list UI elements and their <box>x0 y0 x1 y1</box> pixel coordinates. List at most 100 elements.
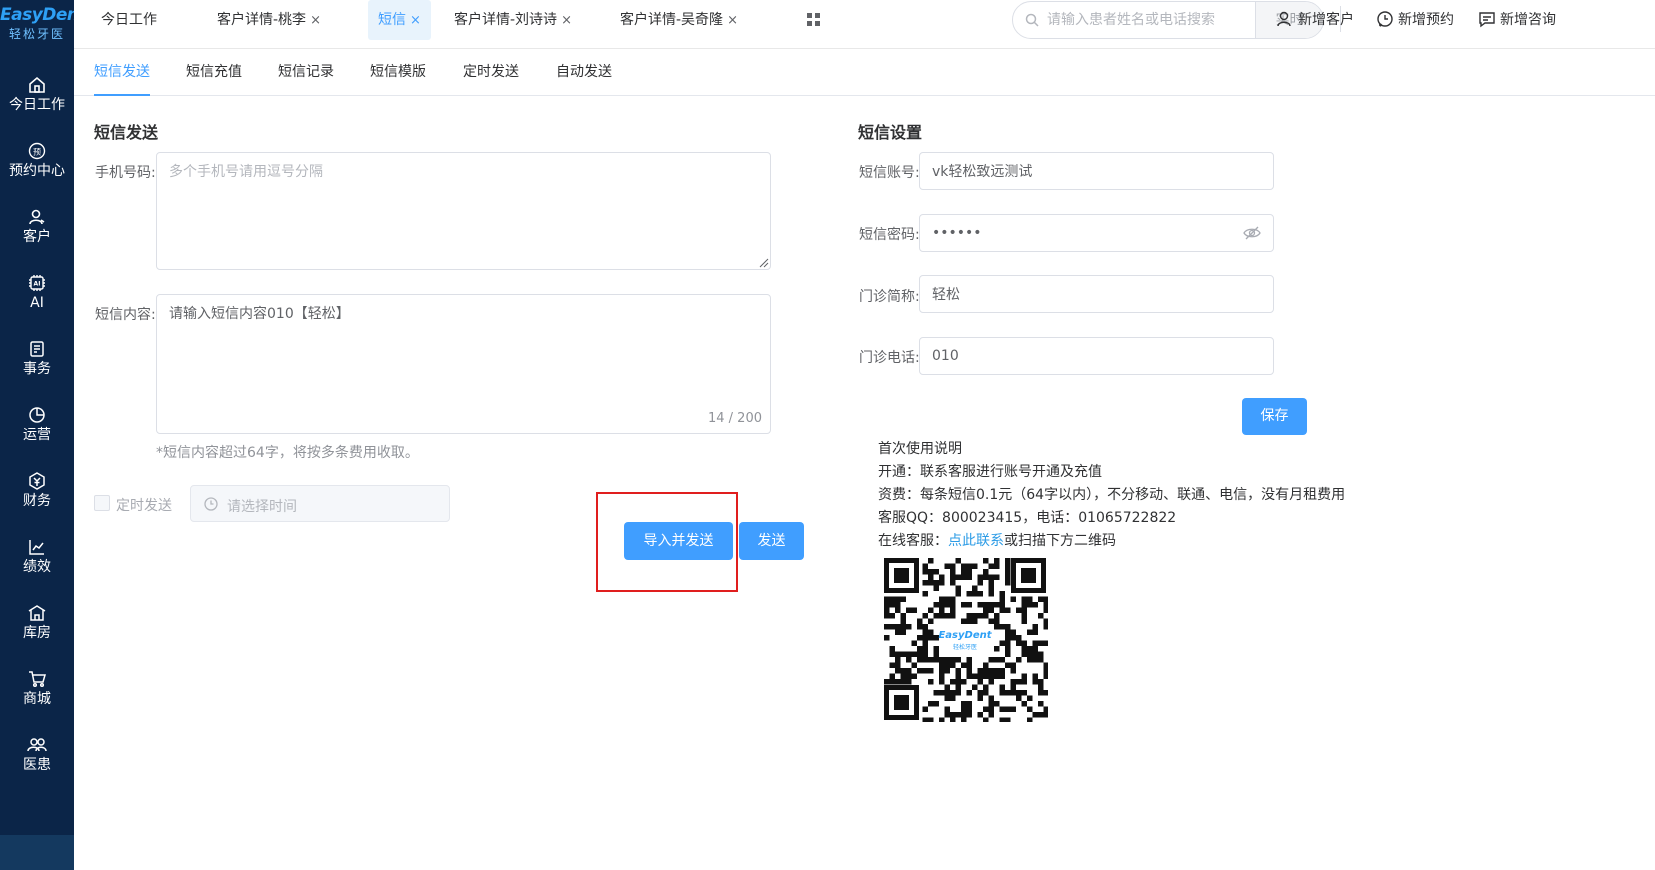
qr-module <box>895 624 901 630</box>
sidebar-item-appointment[interactable]: 预 预约中心 <box>0 132 74 198</box>
add-clock-icon <box>1377 11 1393 27</box>
qr-module <box>961 712 967 718</box>
qr-module <box>889 651 895 657</box>
qr-module <box>994 668 1000 674</box>
schedule-checkbox-label[interactable]: 定时发送 <box>116 495 172 515</box>
tab-customer-taoli[interactable]: 客户详情-桃李 × <box>217 0 321 40</box>
send-button[interactable]: 发送 <box>739 522 804 560</box>
subtab-auto[interactable]: 自动发送 <box>556 61 612 96</box>
subtab-scheduled[interactable]: 定时发送 <box>463 61 519 96</box>
phone-label: 手机号码: <box>95 165 156 181</box>
save-button[interactable]: 保存 <box>1242 398 1307 435</box>
tab-customer-liushishi[interactable]: 客户详情-刘诗诗 × <box>454 0 572 40</box>
tab-label: 今日工作 <box>101 12 157 28</box>
sms-password-field[interactable] <box>919 214 1274 252</box>
sidebar-item-mall[interactable]: 商城 <box>0 660 74 726</box>
instructions-online: 在线客服：点此联系或扫描下方二维码 <box>878 530 1116 550</box>
sidebar-item-operations[interactable]: 运营 <box>0 396 74 462</box>
highlight-box <box>596 492 738 592</box>
close-icon[interactable]: × <box>310 13 321 28</box>
qr-module <box>966 563 972 569</box>
qr-module <box>922 706 928 712</box>
qr-module <box>994 558 1000 564</box>
qr-module <box>1010 706 1016 712</box>
qr-module <box>928 657 934 663</box>
qr-module <box>944 662 950 668</box>
subtab-templates[interactable]: 短信模版 <box>370 61 426 96</box>
phone-numbers-textarea[interactable] <box>156 152 771 270</box>
qr-module <box>961 574 967 580</box>
instructions-fee: 资费：每条短信0.1元（64字以内），不分移动、联通、电信，没有月租费用 <box>878 487 1346 503</box>
qr-module <box>950 657 956 663</box>
qr-module <box>1027 706 1033 712</box>
contact-link[interactable]: 点此联系 <box>948 533 1004 549</box>
home-icon <box>29 76 45 93</box>
subtab-recharge[interactable]: 短信充值 <box>186 61 242 96</box>
qr-module <box>1016 635 1022 641</box>
sms-password-input[interactable] <box>932 215 1212 251</box>
qr-module <box>977 580 983 586</box>
sms-account-input[interactable] <box>932 153 1232 189</box>
qr-module <box>922 651 928 657</box>
tab-label: 客户详情-刘诗诗 <box>454 12 558 28</box>
qr-module <box>983 717 989 722</box>
sidebar-item-finance[interactable]: 财务 <box>0 462 74 528</box>
subtab-records[interactable]: 短信记录 <box>278 61 334 96</box>
sidebar-item-label: 运营 <box>23 427 51 443</box>
sidebar-item-doctor-patient[interactable]: 医患 <box>0 726 74 792</box>
qr-module <box>1005 640 1011 646</box>
sidebar-item-tasks[interactable]: 事务 <box>0 330 74 396</box>
grid-menu-icon[interactable] <box>807 13 821 27</box>
new-appointment-label: 新增预约 <box>1398 12 1454 28</box>
schedule-time-picker[interactable]: 请选择时间 <box>190 485 450 522</box>
tab-customer-wuqilong[interactable]: 客户详情-吴奇隆 × <box>620 0 738 40</box>
close-icon[interactable]: × <box>561 13 572 28</box>
qr-module <box>911 651 917 657</box>
sidebar-item-ai[interactable]: AI AI <box>0 264 74 330</box>
qr-module <box>1021 602 1027 608</box>
settings-panel-title: 短信设置 <box>858 123 923 142</box>
clinic-short-field[interactable] <box>919 275 1274 313</box>
qr-module <box>988 563 994 569</box>
close-icon[interactable]: × <box>410 13 421 28</box>
qr-module <box>911 640 917 646</box>
qr-module <box>922 624 928 630</box>
qr-module <box>889 679 895 685</box>
schedule-checkbox[interactable] <box>94 495 110 511</box>
clinic-short-label: 门诊简称: <box>859 289 920 305</box>
search-input[interactable] <box>1047 2 1247 38</box>
qr-module <box>961 717 967 722</box>
qr-module <box>933 651 939 657</box>
resize-grip-icon[interactable] <box>759 258 769 268</box>
tab-sms[interactable]: 短信 × <box>368 0 431 40</box>
clinic-phone-field[interactable] <box>919 337 1274 375</box>
new-consult-button[interactable]: 新增咨询 <box>1478 8 1556 32</box>
search-icon <box>1025 13 1039 27</box>
sidebar-item-performance[interactable]: 绩效 <box>0 528 74 594</box>
subtab-send[interactable]: 短信发送 <box>94 61 150 96</box>
sidebar-item-customer[interactable]: 客户 <box>0 198 74 264</box>
sidebar-item-today[interactable]: 今日工作 <box>0 66 74 132</box>
close-icon[interactable]: × <box>727 13 738 28</box>
clinic-phone-input[interactable] <box>932 338 1232 374</box>
clinic-short-input[interactable] <box>932 276 1232 312</box>
app-logo[interactable]: EasyDent 轻松牙医 <box>0 4 87 50</box>
new-appointment-button[interactable]: 新增预约 <box>1376 8 1454 32</box>
qr-module <box>994 602 1000 608</box>
new-customer-button[interactable]: 新增客户 <box>1276 8 1354 32</box>
sidebar-item-label: 客户 <box>23 229 51 245</box>
sidebar-item-warehouse[interactable]: 库房 <box>0 594 74 660</box>
qr-module <box>977 673 983 679</box>
clinic-phone-label: 门诊电话: <box>859 350 920 366</box>
qr-module <box>939 717 945 722</box>
qr-module <box>999 690 1005 696</box>
sidebar-item-more[interactable] <box>0 835 74 870</box>
qr-module <box>972 585 978 591</box>
eye-hidden-icon[interactable] <box>1243 225 1261 241</box>
tab-today[interactable]: 今日工作 <box>101 0 157 40</box>
qr-module <box>961 569 967 575</box>
qr-module <box>1005 690 1011 696</box>
sms-content-textarea[interactable]: 请输入短信内容010【轻松】 <box>156 294 771 434</box>
sms-account-field[interactable] <box>919 152 1274 190</box>
qr-module <box>983 690 989 696</box>
